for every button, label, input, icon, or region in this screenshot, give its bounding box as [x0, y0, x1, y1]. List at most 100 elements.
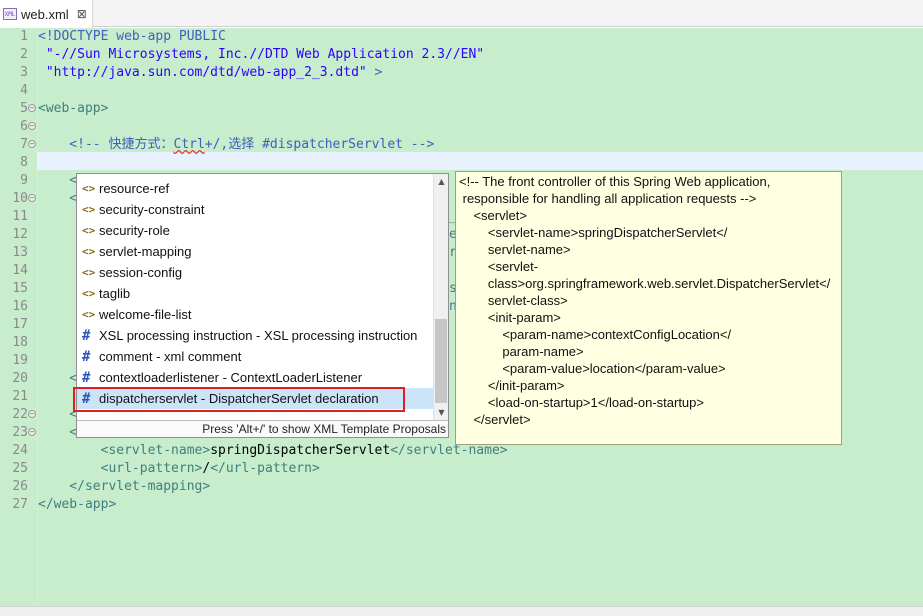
line-number: 20 — [12, 371, 28, 386]
code-line-5: <web-app> — [38, 101, 109, 116]
info-line: <load-on-startup>1</load-on-startup> — [459, 395, 704, 410]
info-line: <init-param> — [459, 310, 561, 325]
info-line: </servlet> — [459, 412, 531, 427]
proposal-item[interactable]: # comment - xml comment — [77, 346, 433, 367]
proposal-label: comment - xml comment — [99, 349, 242, 364]
scroll-down-arrow-icon[interactable]: ▼ — [434, 405, 449, 420]
line-number: 18 — [12, 335, 28, 350]
line-number: 17 — [12, 317, 28, 332]
code-line-1: <!DOCTYPE web-app PUBLIC — [38, 29, 226, 44]
proposal-info-popup: <!-- The front controller of this Spring… — [455, 171, 842, 445]
info-line: <servlet> — [459, 208, 527, 223]
template-icon: # — [82, 348, 91, 365]
proposal-label: security-constraint — [99, 202, 205, 217]
proposal-item[interactable]: <> security-constraint — [77, 199, 433, 220]
fold-toggle-icon[interactable]: − — [28, 104, 36, 112]
line-number: 23 — [12, 425, 28, 440]
proposal-scrollbar[interactable]: ▲ ▼ — [433, 174, 448, 420]
info-line: <param-name>contextConfigLocation</ — [459, 327, 732, 342]
template-icon: # — [82, 369, 91, 386]
code-line-27: </web-app> — [38, 497, 117, 512]
fold-toggle-icon[interactable]: − — [28, 428, 36, 436]
element-icon: <> — [82, 245, 96, 258]
info-line: servlet-name> — [459, 242, 571, 257]
element-icon: <> — [82, 203, 96, 216]
assist-footer-hint: Press 'Alt+/' to show XML Template Propo… — [77, 420, 448, 437]
line-number: 24 — [12, 443, 28, 458]
line-number: 13 — [12, 245, 28, 260]
info-line: <servlet-name>springDispatcherServlet</ — [459, 225, 728, 240]
fold-toggle-icon[interactable]: − — [28, 410, 36, 418]
code-line-2: "-//Sun Microsystems, Inc.//DTD Web Appl… — [38, 47, 485, 62]
info-line: </init-param> — [459, 378, 565, 393]
code-line-3: "http://java.sun.com/dtd/web-app_2_3.dtd… — [38, 65, 383, 80]
line-number: 12 — [12, 227, 28, 242]
info-line: <param-value>location</param-value> — [459, 361, 726, 376]
code-line-9: < — [38, 173, 78, 188]
line-number: 3 — [20, 65, 28, 80]
line-number: 11 — [12, 209, 28, 224]
line-number: 27 — [12, 497, 28, 512]
line-number: 25 — [12, 461, 28, 476]
info-line: servlet-class> — [459, 293, 568, 308]
scrollbar-thumb[interactable] — [435, 319, 447, 403]
current-line-highlight — [37, 152, 923, 170]
proposal-item[interactable]: <> session-config — [77, 262, 433, 283]
proposal-list[interactable]: <> resource-ref <> security-constraint <> sec… — [77, 174, 433, 420]
proposal-item[interactable]: <> servlet-mapping — [77, 241, 433, 262]
element-icon: <> — [82, 224, 96, 237]
fold-toggle-icon[interactable]: − — [28, 194, 36, 202]
line-number: 21 — [12, 389, 28, 404]
tab-web-xml[interactable]: XML web.xml ⊠ — [0, 0, 93, 28]
proposal-label: contextloaderlistener - ContextLoaderLis… — [99, 370, 363, 385]
proposal-item[interactable]: <> welcome-file-list — [77, 304, 433, 325]
element-icon: <> — [82, 287, 96, 300]
proposal-item[interactable]: <> taglib — [77, 283, 433, 304]
proposal-label: XSL processing instruction - XSL process… — [99, 328, 418, 343]
line-number: 15 — [12, 281, 28, 296]
close-icon[interactable]: ⊠ — [77, 7, 87, 21]
line-number: 9 — [20, 173, 28, 188]
proposal-item[interactable]: # contextloaderlistener - ContextLoaderLi… — [77, 367, 433, 388]
line-number: 8 — [20, 155, 28, 170]
code-line-23: < — [38, 425, 78, 440]
proposal-item[interactable]: <> resource-ref — [77, 178, 433, 199]
fold-toggle-icon[interactable]: − — [28, 122, 36, 130]
line-number: 1 — [20, 29, 28, 44]
line-number: 16 — [12, 299, 28, 314]
code-line-7: <!-- 快捷方式：Ctrl+/,选择 #dispatcherServlet -… — [38, 137, 435, 152]
proposal-label: security-role — [99, 223, 170, 238]
line-number: 2 — [20, 47, 28, 62]
proposal-label: session-config — [99, 265, 183, 280]
line-number: 4 — [20, 83, 28, 98]
proposal-item[interactable]: <> security-role — [77, 220, 433, 241]
line-number: 5 — [20, 101, 28, 116]
template-icon: # — [82, 327, 91, 344]
line-number: 10 — [12, 191, 28, 206]
xml-file-icon: XML — [3, 8, 17, 20]
line-number: 7 — [20, 137, 28, 152]
line-number: 19 — [12, 353, 28, 368]
info-line: <!-- The front controller of this Spring… — [459, 174, 771, 189]
code-line-22: < — [38, 407, 78, 422]
line-number: 22 — [12, 407, 28, 422]
proposal-label: servlet-mapping — [99, 244, 192, 259]
fold-toggle-icon[interactable]: − — [28, 140, 36, 148]
proposal-item[interactable]: # XSL processing instruction - XSL proces… — [77, 325, 433, 346]
element-icon: <> — [82, 266, 96, 279]
proposal-label: resource-ref — [99, 181, 170, 196]
scroll-up-arrow-icon[interactable]: ▲ — [434, 174, 449, 189]
proposal-label: taglib — [99, 286, 131, 301]
code-line-26: </servlet-mapping> — [38, 479, 211, 494]
info-line: param-name> — [459, 344, 584, 359]
element-icon: <> — [82, 308, 96, 321]
line-number: 14 — [12, 263, 28, 278]
code-line-20: < — [38, 371, 78, 386]
highlight-annotation-box — [73, 387, 405, 412]
code-line-10: < — [38, 191, 78, 206]
editor-tab-bar: XML web.xml ⊠ — [0, 0, 923, 28]
info-line: class>org.springframework.web.servlet.Di… — [459, 276, 831, 291]
proposal-label: welcome-file-list — [99, 307, 192, 322]
code-line-25: <url-pattern>/</url-pattern> — [38, 461, 320, 476]
element-icon: <> — [82, 182, 96, 195]
